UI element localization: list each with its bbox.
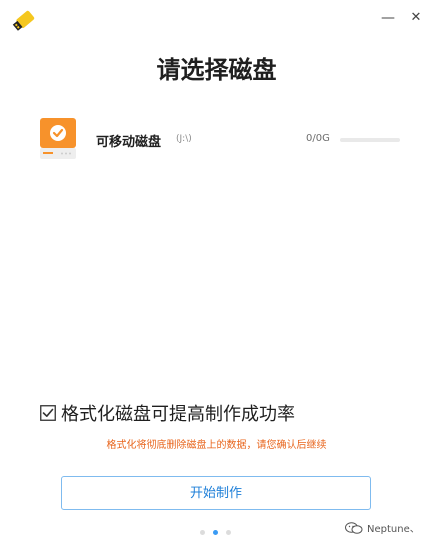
close-button[interactable]: ✕	[408, 10, 424, 26]
checkbox-checked-icon[interactable]	[40, 405, 56, 421]
disk-usage-bar	[340, 138, 400, 142]
disk-check-icon	[40, 118, 76, 159]
disk-item[interactable]: 可移动磁盘 (J:\) 0/0G	[38, 116, 408, 164]
format-warning: 格式化将彻底删除磁盘上的数据，请您确认后继续	[106, 440, 327, 451]
watermark: Neptune、	[345, 520, 420, 535]
format-option[interactable]: 格式化磁盘可提高制作成功率	[40, 400, 295, 426]
minimize-button[interactable]: —	[380, 10, 396, 26]
page-title: 请选择磁盘	[156, 56, 277, 84]
format-option-label: 格式化磁盘可提高制作成功率	[61, 404, 295, 425]
usb-drive-icon	[12, 10, 35, 31]
start-button[interactable]: 开始制作	[61, 476, 371, 510]
wechat-icon	[345, 521, 363, 534]
page-dot[interactable]	[226, 530, 231, 535]
page-dot[interactable]	[213, 530, 218, 535]
disk-drive-letter: (J:\)	[176, 134, 192, 144]
watermark-text: Neptune、	[367, 524, 420, 535]
disk-size: 0/0G	[306, 133, 330, 144]
page-indicator	[200, 530, 231, 535]
disk-name: 可移动磁盘	[96, 135, 162, 150]
page-dot[interactable]	[200, 530, 205, 535]
